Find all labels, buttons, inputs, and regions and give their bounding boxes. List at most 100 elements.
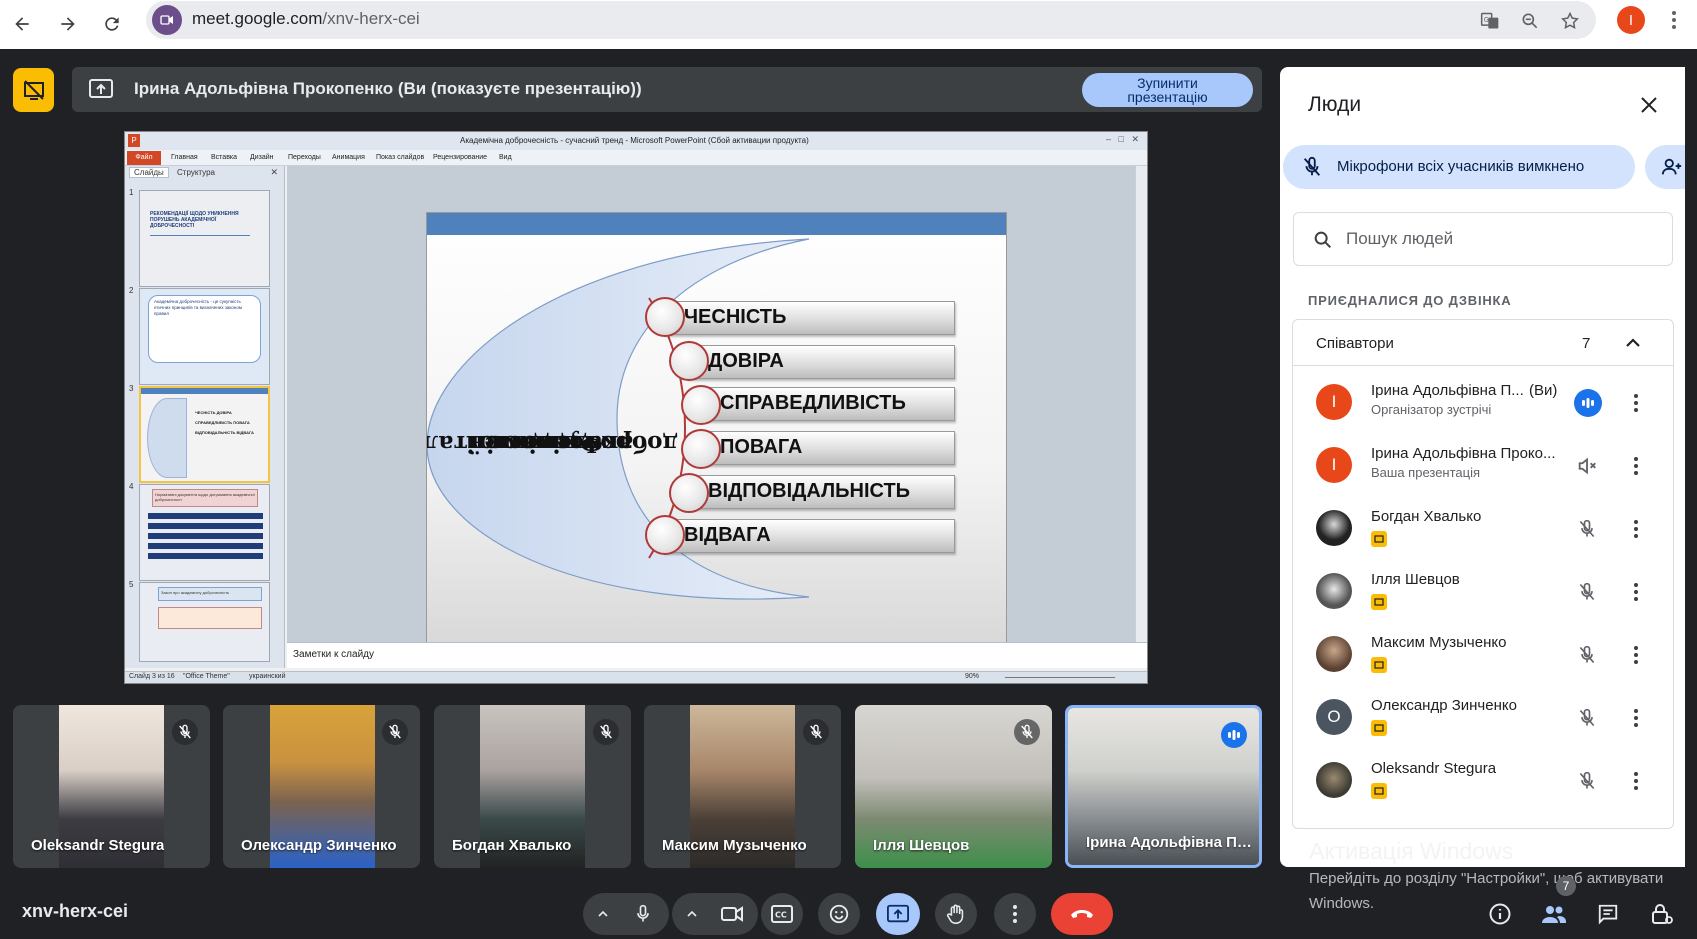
ppt-tab[interactable]: Дизайн [250,154,274,161]
slide-thumbnail-2[interactable]: Академічна доброчесність - це сукупність… [139,288,270,385]
leave-call-button[interactable] [1051,893,1113,935]
participant-tile[interactable]: Олександр Зинченко [223,705,420,868]
mic-icon[interactable] [633,904,653,924]
ppt-file-tab[interactable]: Файл [127,151,161,165]
chevron-up-icon[interactable] [684,906,700,922]
windows-activation-text: Перейдіть до розділу "Настройки", щоб ак… [1309,870,1664,887]
mic-off-icon [1303,156,1321,176]
more-options-icon[interactable] [1623,642,1649,668]
mic-off-icon[interactable] [1573,452,1601,480]
present-screen-button[interactable] [876,893,920,935]
person-row[interactable]: О Олександр Зинченко [1293,685,1673,748]
windows-activation-text: Windows. [1309,895,1375,912]
participant-tile[interactable]: Богдан Хвалько [434,705,631,868]
avatar [1316,510,1352,546]
ppt-tab[interactable]: Рецензирование [433,154,487,161]
ppt-tab[interactable]: Показ слайдов [376,154,424,161]
zoom-slider[interactable] [1005,677,1115,678]
profile-avatar[interactable]: I [1617,6,1645,34]
ppt-tab[interactable]: Переходы [288,154,321,161]
ppt-tab[interactable]: Вставка [211,154,237,161]
more-options-icon[interactable] [1623,453,1649,479]
person-row[interactable]: Богдан Хвалько [1293,496,1673,559]
person-name: Ірина Адольфівна Проко... [1371,445,1556,462]
person-row[interactable]: Максим Музыченко [1293,622,1673,685]
thumb-number: 5 [129,580,134,589]
mic-off-icon[interactable] [1573,641,1601,669]
mic-off-icon [803,719,829,745]
participant-tile[interactable]: Oleksandr Stegura [13,705,210,868]
more-options-button[interactable] [994,893,1036,935]
slide-thumbnail-3-selected[interactable]: ЧЕСНІСТЬ ДОВІРА СПРАВЕДЛИВІСТЬ ПОВАГА ВІ… [139,386,270,483]
bookmark-star-icon[interactable] [1555,6,1585,36]
host-controls-icon[interactable] [1646,898,1678,930]
camera-icon[interactable] [720,904,744,924]
ppt-slides-panel: Слайды Структура ✕ 1 РЕКОМЕНДАЦІЇ ЩОДО У… [125,166,285,668]
ppt-vertical-scrollbar[interactable] [1135,166,1147,642]
zoom-icon[interactable] [1515,6,1545,36]
mic-off-icon[interactable] [1573,515,1601,543]
mute-all-chip[interactable]: Мікрофони всіх учасників вимкнено [1283,145,1635,189]
value-bullet [645,515,685,555]
ppt-slide-canvas[interactable]: Фундаментальні цінності академічної добр… [287,166,1137,644]
presentation-toggle-button[interactable] [13,68,54,112]
participant-name: Максим Музыченко [662,837,807,854]
ppt-panel-tab-outline[interactable]: Структура [171,168,221,177]
thumb-text: ЧЕСНІСТЬ ДОВІРА СПРАВЕДЛИВІСТЬ ПОВАГА ВІ… [195,410,254,435]
camera-control[interactable] [672,893,758,935]
chevron-up-icon[interactable] [595,906,611,922]
ppt-notes-pane[interactable]: Заметки к слайду [287,642,1147,668]
participant-tile-active[interactable]: Ірина Адольфівна Прокопенко [1065,705,1262,868]
slide-thumbnail-5[interactable]: Закон про академічну доброчесність [139,582,270,662]
cohosts-header[interactable]: Співавтори 7 [1293,320,1673,366]
more-options-icon[interactable] [1623,390,1649,416]
translate-icon[interactable]: G [1475,6,1505,36]
ppt-panel-close-icon[interactable]: ✕ [270,167,278,178]
add-people-button[interactable] [1645,145,1685,189]
more-options-icon[interactable] [1623,705,1649,731]
slide-thumbnail-4[interactable]: Нормативні документи щодо дотримання ака… [139,484,270,581]
mic-off-icon[interactable] [1573,578,1601,606]
mic-off-icon[interactable] [1573,704,1601,732]
raise-hand-button[interactable] [935,893,977,935]
slide-thumbnail-1[interactable]: РЕКОМЕНДАЦІЇ ЩОДО УНИКНЕННЯ ПОРУШЕНЬ АКА… [139,190,270,287]
more-options-icon[interactable] [1623,579,1649,605]
slide-title-line: доброчесності [485,430,679,457]
more-options-icon[interactable] [1623,516,1649,542]
person-row[interactable]: Oleksandr Stegura [1293,748,1673,811]
search-people-input[interactable]: Пошук людей [1293,212,1673,266]
reload-icon[interactable] [96,8,128,40]
chevron-up-icon[interactable] [1621,331,1645,355]
ppt-tab[interactable]: Главная [171,154,198,161]
captions-button[interactable]: CC [761,893,803,935]
people-panel: Люди Мікрофони всіх учасників вимкнено П… [1280,67,1685,867]
ppt-window-controls[interactable]: – □ ✕ [1106,134,1139,145]
more-options-icon[interactable] [1623,768,1649,794]
ppt-panel-tab-slides[interactable]: Слайды [129,167,169,178]
back-arrow-icon[interactable] [6,8,38,40]
chat-icon[interactable] [1592,898,1624,930]
participant-tile[interactable]: Ілля Шевцов [855,705,1052,868]
windows-activation-title: Активація Windows [1309,838,1514,864]
url-text[interactable]: meet.google.com/xnv-herx-cei [192,9,420,29]
forward-arrow-icon[interactable] [52,8,84,40]
presenting-badge-icon [1371,720,1387,736]
person-row[interactable]: І Ірина Адольфівна П... (Ви) Організатор… [1293,370,1673,433]
ppt-tab[interactable]: Анимация [332,154,365,161]
people-icon[interactable] [1538,898,1570,930]
participant-tile[interactable]: Максим Музыченко [644,705,841,868]
presenting-badge-icon [1371,531,1387,547]
ppt-tab[interactable]: Вид [499,154,512,161]
person-role: Організатор зустрічі [1371,402,1492,417]
mic-off-icon[interactable] [1573,767,1601,795]
close-icon[interactable] [1633,89,1665,121]
person-row[interactable]: Ілля Шевцов [1293,559,1673,622]
person-row[interactable]: І Ірина Адольфівна Проко... Ваша презент… [1293,433,1673,496]
reactions-button[interactable] [818,893,860,935]
avatar: І [1316,384,1352,420]
slide-vertical-title: Фундаментальні цінності академічної добр… [427,313,678,573]
microphone-control[interactable] [583,893,669,935]
meeting-info-icon[interactable] [1484,898,1516,930]
browser-menu-icon[interactable] [1660,6,1688,34]
stop-presenting-button[interactable]: Зупинити презентацію [1082,73,1253,107]
